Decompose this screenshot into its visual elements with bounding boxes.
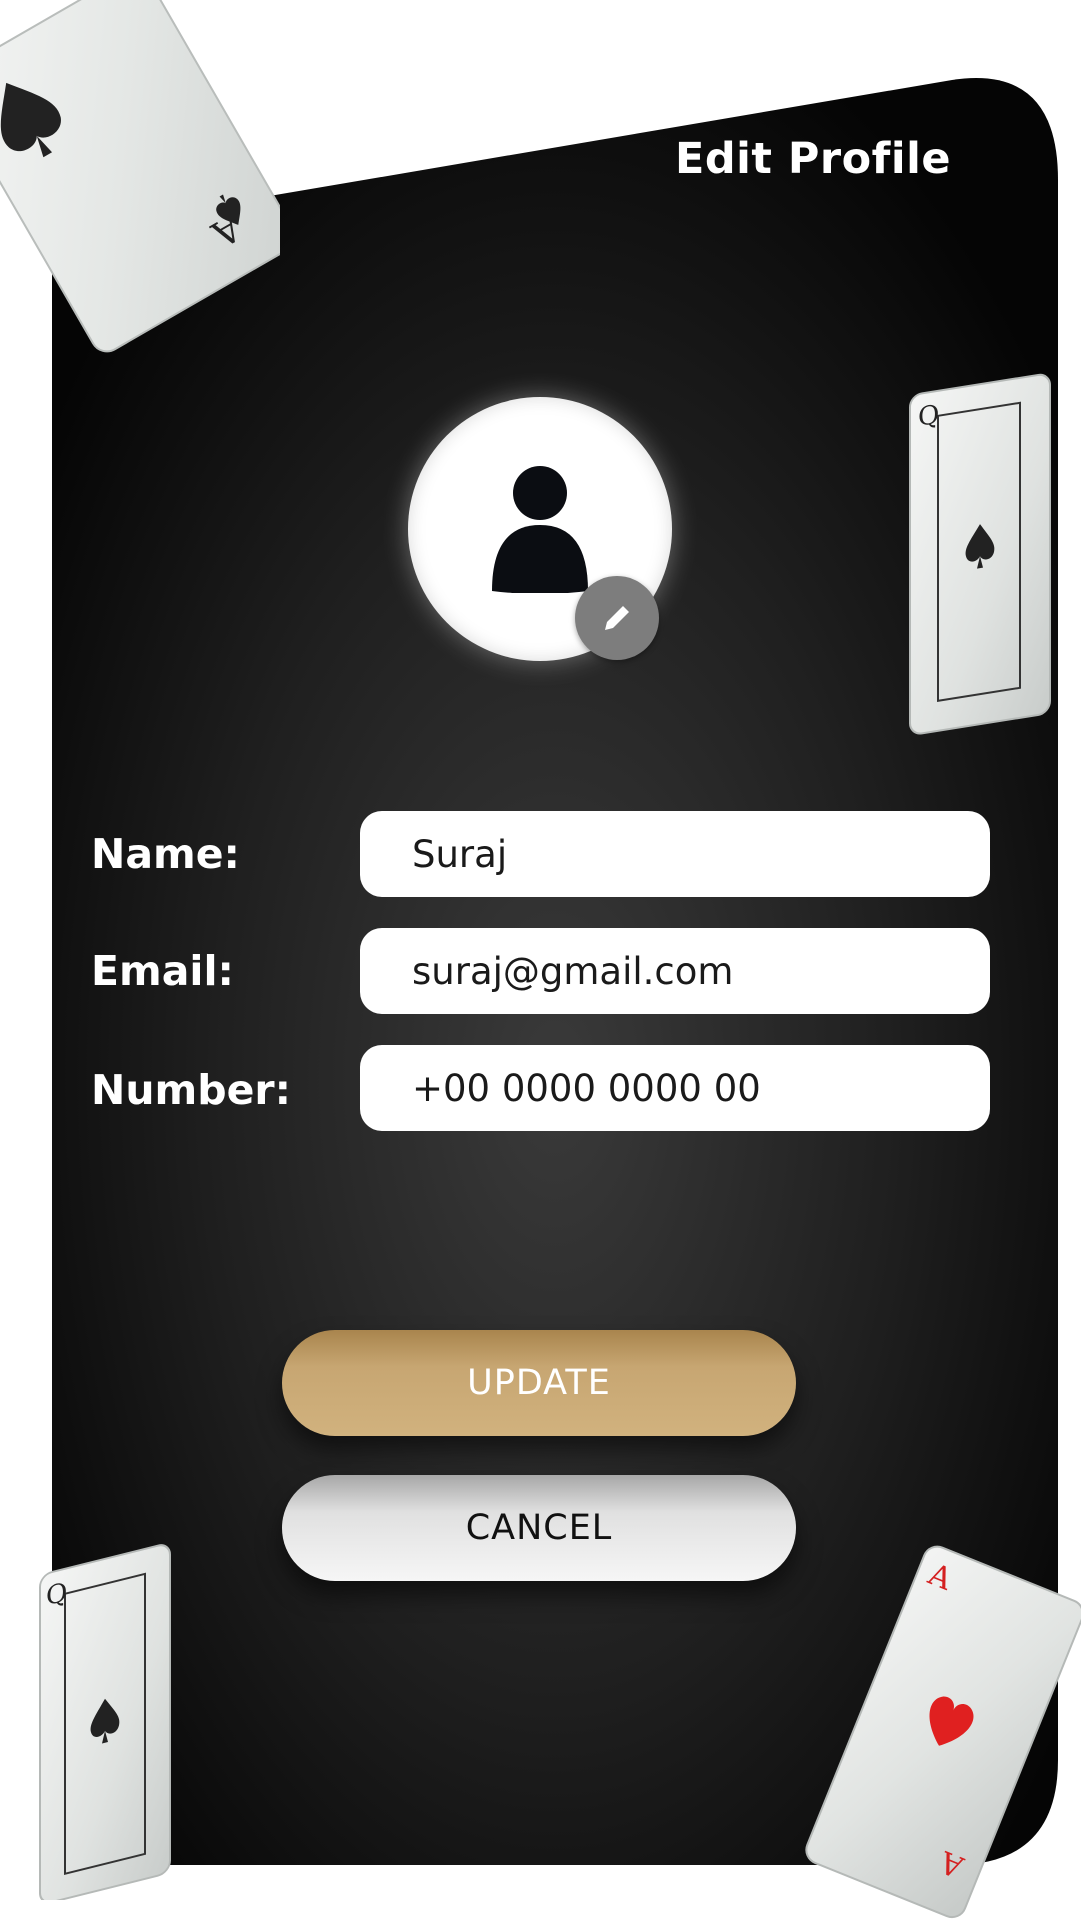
email-field[interactable]: [360, 928, 990, 1014]
cancel-button[interactable]: CANCEL: [282, 1475, 796, 1581]
edit-avatar-button[interactable]: [575, 576, 659, 660]
card-ace-heart-bottom-right: A A: [805, 1545, 1081, 1919]
pencil-icon: [605, 603, 632, 630]
email-label: Email:: [91, 947, 234, 995]
svg-text:Q: Q: [46, 1577, 67, 1613]
page-title: Edit Profile: [674, 134, 951, 184]
number-field[interactable]: [360, 1045, 990, 1131]
name-label: Name:: [91, 830, 240, 878]
card-queen-spade-bottom-left: Q: [39, 1544, 171, 1900]
svg-text:Q: Q: [918, 400, 939, 433]
user-icon: [492, 466, 588, 593]
update-button[interactable]: UPDATE: [282, 1330, 796, 1436]
card-queen-spade-right: Q: [909, 373, 1051, 735]
card-ace-spade-top-left: A: [0, 0, 280, 353]
name-field[interactable]: [360, 811, 990, 897]
number-label: Number:: [91, 1066, 291, 1114]
